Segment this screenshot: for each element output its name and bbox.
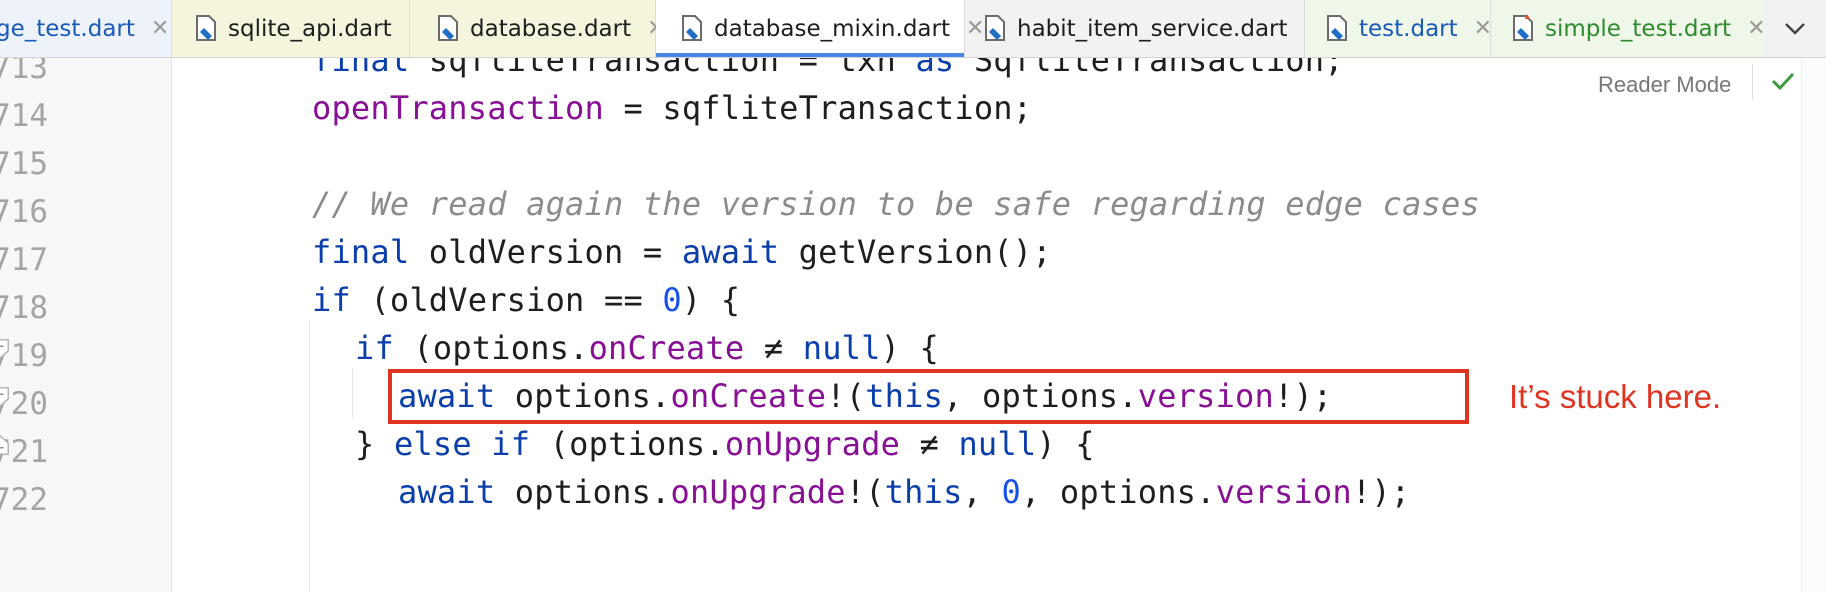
code-line-714: openTransaction = sqfliteTransaction; — [312, 89, 1033, 127]
indent-guide — [352, 368, 353, 418]
dart-file-icon — [1325, 14, 1351, 44]
dart-file-icon — [983, 14, 1009, 44]
highlight-box — [388, 369, 1469, 424]
editor-tab-bar: ge_test.dart ✕ sqlite_api.dart ✕ databas… — [0, 0, 1826, 58]
line-number: 713 — [0, 58, 48, 86]
code-line-713: final sqfliteTransaction = txn as Sqflit… — [312, 58, 1344, 79]
annotation-text: It’s stuck here. — [1509, 378, 1722, 415]
dart-file-icon — [194, 14, 220, 44]
line-number: 722 — [0, 482, 48, 518]
tab-ge-test[interactable]: ge_test.dart ✕ — [0, 0, 172, 57]
close-icon[interactable]: ✕ — [1474, 16, 1492, 41]
indent-guide — [309, 320, 310, 592]
code-line-718: if (oldVersion == 0) { — [312, 281, 741, 319]
tab-label: sqlite_api.dart — [228, 15, 392, 42]
code-editor[interactable]: final sqfliteTransaction = txn as Sqflit… — [172, 58, 1802, 592]
tab-label: habit_item_service.dart — [1017, 15, 1288, 42]
tab-sqlite-api[interactable]: sqlite_api.dart ✕ — [172, 0, 426, 57]
checkmark-icon[interactable] — [1770, 70, 1796, 92]
tab-label: ge_test.dart — [0, 15, 135, 42]
dart-test-file-icon — [1511, 13, 1537, 44]
tab-database-mixin[interactable]: database_mixin.dart ✕ — [656, 0, 984, 57]
code-line-717: final oldVersion = await getVersion(); — [312, 233, 1052, 271]
tab-habit-item-service[interactable]: habit_item_service.dart ✕ — [965, 0, 1322, 57]
code-line-716: // We read again the version to be safe … — [312, 185, 1480, 223]
tab-label: test.dart — [1359, 15, 1458, 42]
chevron-down-icon[interactable] — [1764, 0, 1826, 57]
editor-scrollbar[interactable] — [1801, 58, 1826, 592]
dart-file-icon — [680, 14, 706, 44]
tab-database[interactable]: database.dart ✕ — [410, 0, 666, 57]
fold-end-icon[interactable] — [0, 434, 11, 456]
line-number-gutter: 713 714 715 716 717 718 719 720 721 722 — [0, 58, 172, 592]
divider — [1752, 64, 1753, 100]
tab-simple-test[interactable]: simple_test.dart ✕ — [1491, 0, 1771, 57]
fold-collapse-icon[interactable] — [0, 338, 11, 360]
tab-label: simple_test.dart — [1545, 15, 1732, 42]
line-number: 718 — [0, 290, 48, 326]
tab-test[interactable]: test.dart ✕ — [1305, 0, 1492, 57]
line-number: 715 — [0, 146, 48, 182]
code-line-721: } else if (options.onUpgrade ≠ null) { — [355, 425, 1095, 463]
close-icon[interactable]: ✕ — [1747, 16, 1765, 41]
reader-mode-button[interactable]: Reader Mode — [1598, 72, 1731, 98]
dart-file-icon — [436, 14, 462, 44]
fold-collapse-icon[interactable] — [0, 386, 11, 408]
code-line-719: if (options.onCreate ≠ null) { — [355, 329, 940, 367]
line-number: 716 — [0, 194, 48, 230]
line-number: 714 — [0, 98, 48, 134]
code-line-722: await options.onUpgrade!(this, 0, option… — [398, 473, 1411, 511]
line-number: 717 — [0, 242, 48, 278]
close-icon[interactable]: ✕ — [151, 16, 169, 41]
tab-label: database.dart — [470, 15, 632, 42]
tab-label: database_mixin.dart — [714, 15, 950, 42]
